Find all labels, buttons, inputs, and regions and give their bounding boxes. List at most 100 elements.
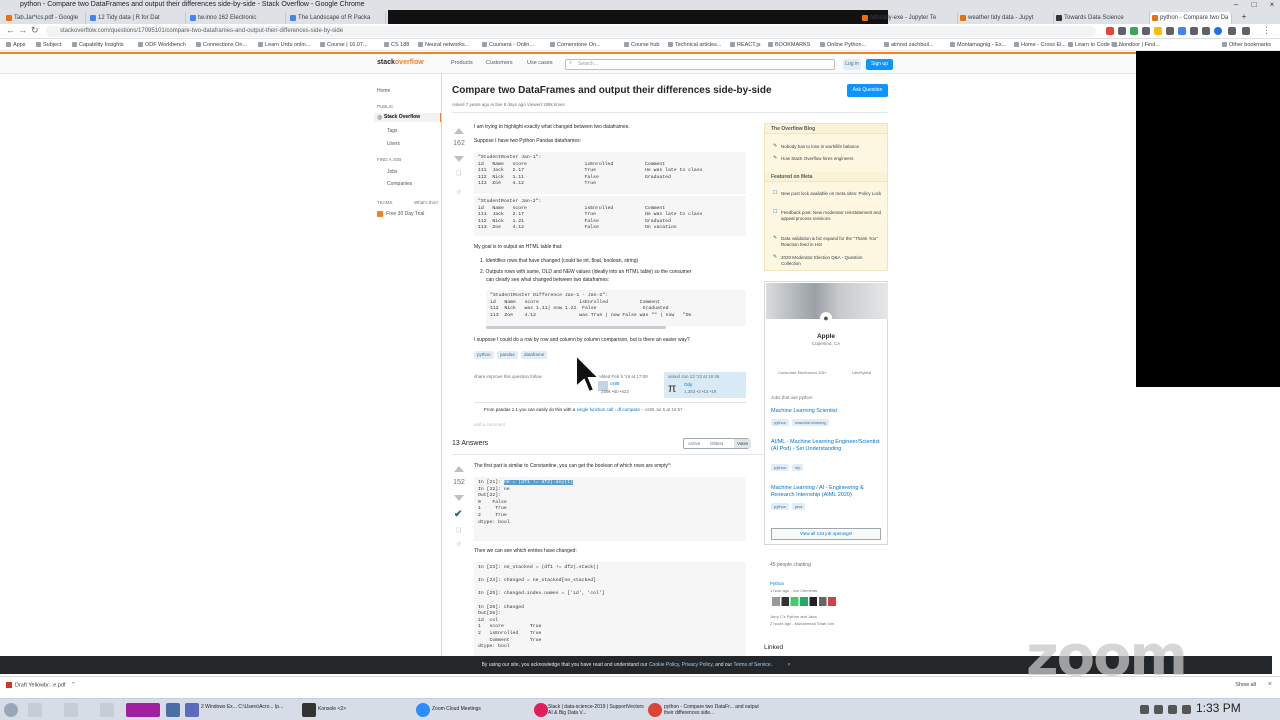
url-input[interactable]: stackoverflow.com/questions/17095101/com… [46,26,1096,37]
asker-name[interactable]: Ody [684,382,692,387]
bookmark[interactable]: Nondoor | Find... [1112,40,1160,50]
bookmark[interactable]: Coursera - Onlin... [482,40,534,50]
extension-icon[interactable] [1118,27,1126,35]
extension-icon[interactable] [1228,27,1236,35]
cookie-policy-link[interactable]: Cookie Policy [649,662,679,668]
reload-icon[interactable]: ↻ [31,25,39,36]
nav-jobs[interactable]: Jobs [387,169,398,175]
taskbar-item[interactable]: Zoom Cloud Meetings [432,706,481,712]
nav-users[interactable]: Users [387,141,400,147]
taskbar-item[interactable]: python - Compare two DataFr... and outpu… [664,704,764,716]
extension-icon[interactable] [1202,27,1210,35]
maximize-icon[interactable]: □ [1246,0,1262,10]
job-link[interactable]: Machine Learning Scientist [771,408,881,415]
job-tag[interactable]: nlp [792,464,804,471]
signup-button[interactable]: Sign up [866,59,893,70]
job-tag[interactable]: python [771,464,790,471]
close-icon[interactable]: × [1264,0,1280,10]
editor-name[interactable]: cs95 [610,381,620,386]
downvote-icon[interactable] [454,495,464,501]
history-icon[interactable]: ↺ [456,541,461,548]
nav-companies[interactable]: Companies [387,181,412,187]
nav-home[interactable]: Home [377,88,390,94]
add-comment-link[interactable]: add a comment [474,422,505,427]
workspace-icon[interactable] [100,703,114,717]
taskbar-item[interactable]: 2 Windows Ex... C:\Users\Acro... Ip... [201,704,293,710]
sort-oldest[interactable]: Oldest [710,441,723,446]
workspace-icon[interactable] [64,703,78,717]
search-input[interactable]: Search... [565,59,835,70]
volume-icon[interactable] [1154,705,1163,714]
extension-icon[interactable] [1178,27,1186,35]
workspace-active-icon[interactable] [126,703,160,717]
code-selection[interactable]: ne = (df1 != df2).any(1) [503,480,574,485]
avatar[interactable]: π [668,381,676,395]
blog-item[interactable]: How Stack Overflow hires engineers [773,156,883,162]
bookmark[interactable]: BOOKMARKS [768,40,810,50]
taskbar-item[interactable]: Konsole <2> [318,706,346,712]
so-logo[interactable]: stackoverflow [377,59,424,66]
bookmark[interactable]: Connections On... [196,40,247,50]
extension-icon[interactable] [1106,27,1114,35]
show-all-button[interactable]: Show all [1235,682,1256,688]
clock[interactable]: 1:33 PM [1196,701,1241,715]
cookie-close-icon[interactable]: × [787,662,790,668]
bookmark[interactable]: CS 188 [384,40,409,50]
forward-icon[interactable]: → [18,25,27,35]
terminal-icon[interactable] [302,703,316,717]
bookmark[interactable]: Montamagnig - Ex... [950,40,1006,50]
tag-dataframe[interactable]: dataframe [521,351,548,359]
tag-python[interactable]: python [474,351,494,359]
comment-link[interactable]: single function call - df.compare [577,407,640,412]
upvote-icon[interactable] [454,128,464,134]
bookmark[interactable]: Neural networks... [418,40,469,50]
sort-votes[interactable]: Votes [734,439,752,448]
company-name[interactable]: Apple [764,333,888,340]
taskbar-item[interactable]: Slack | data-science-2019 | SupportVecto… [548,704,644,716]
nav-stack-overflow[interactable]: Stack Overflow [374,113,442,122]
chevron-up-icon[interactable]: ⌃ [71,682,76,688]
browser-tab[interactable]: The Landscape of R Packa [288,12,386,24]
meta-item[interactable]: New post lock available on meta sites: P… [773,191,883,197]
nav-use-cases[interactable]: Use cases [527,60,553,66]
extension-icon[interactable] [1130,27,1138,35]
bookmark[interactable]: Technical articles... [668,40,721,50]
blog-item[interactable]: Nobody has to lose in work/life balance [773,144,883,150]
meta-item[interactable]: 2020 Moderator Election Q&A - Question C… [773,255,883,266]
bookmark[interactable]: Subject [36,40,61,50]
close-icon[interactable]: × [1268,681,1272,688]
browser-tab[interactable]: Tab.Jar*ics.pdf - Google [4,12,86,24]
folder-icon[interactable] [185,703,199,717]
extension-icon[interactable] [1142,27,1150,35]
new-tab-icon[interactable]: + [1236,12,1252,22]
job-tag[interactable]: python [771,503,790,510]
job-tag[interactable]: java [792,503,806,510]
nav-tags[interactable]: Tags [387,128,398,134]
app-icon[interactable] [166,703,180,717]
extension-icon[interactable] [1190,27,1198,35]
bookmark-icon[interactable]: ❏ [456,170,461,177]
terms-link[interactable]: Terms of Service [733,662,770,668]
chat-avatars[interactable] [772,597,850,606]
nav-customers[interactable]: Customers [486,60,513,66]
bookmark-folder[interactable]: Other bookmarks [1222,40,1271,50]
bookmark[interactable]: Online Python... [820,40,866,50]
workspace-icon[interactable] [28,703,42,717]
tag-pandas[interactable]: pandas [497,351,518,359]
browser-tab[interactable]: Towards Data Science [1054,12,1150,24]
battery-icon[interactable] [1182,705,1191,714]
bookmark[interactable]: Capability Insights [72,40,124,50]
job-link[interactable]: Machine Learning / AI - Engineering & Re… [771,485,881,498]
bookmark[interactable]: REACT.js [730,40,761,50]
meta-item[interactable]: Feedback post: New moderator reinstateme… [773,210,883,221]
ask-question-button[interactable]: Ask Question [847,84,888,97]
profile-avatar[interactable] [1214,27,1222,35]
extension-icon[interactable] [1242,27,1250,35]
browser-tab[interactable]: Nb/daily-exe - Jupyter Te [860,12,958,24]
tray-icon[interactable] [1140,705,1149,714]
chrome-icon[interactable] [648,703,662,717]
history-icon[interactable]: ↺ [456,189,461,196]
bookmark[interactable]: Cornerstone On... [550,40,601,50]
bookmark-icon[interactable]: ❏ [456,527,461,534]
minimize-icon[interactable]: – [1228,0,1244,10]
